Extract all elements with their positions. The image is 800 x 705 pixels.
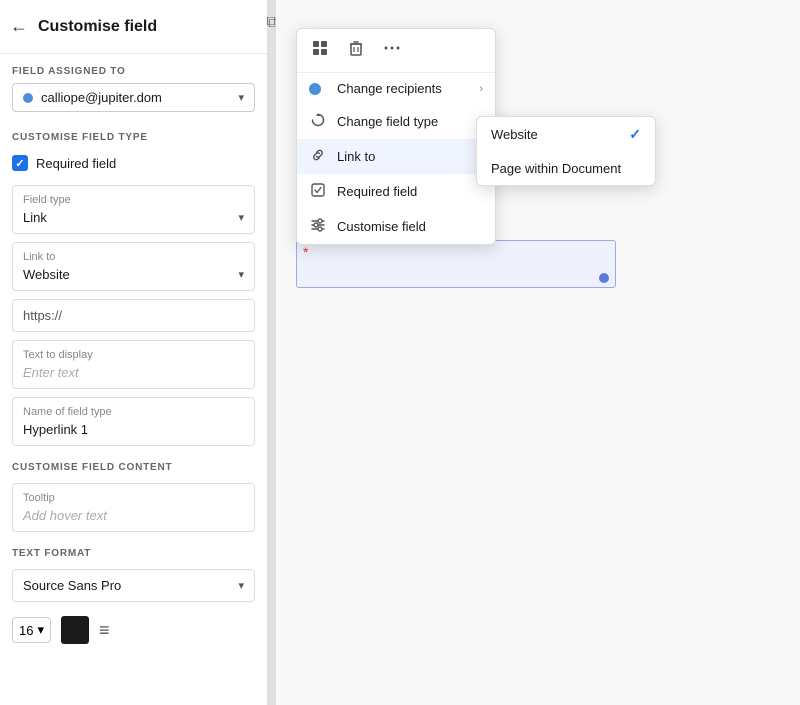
context-menu: Change recipients › Change field type › — [296, 28, 496, 245]
text-to-display-row: Enter text — [23, 365, 244, 380]
dot-icon — [23, 93, 33, 103]
center-divider: ⧉ — [268, 0, 276, 705]
name-of-field-value: Hyperlink 1 — [23, 422, 88, 437]
checkbox-icon — [310, 182, 326, 198]
website-label: Website — [491, 127, 538, 142]
required-field-item[interactable]: Required field — [297, 174, 495, 209]
link-to-label: Link to — [337, 149, 469, 164]
required-field-label: Required field — [337, 184, 483, 199]
link-to-row: Website ▾ — [23, 267, 244, 282]
text-to-display-group: Text to display Enter text — [12, 340, 255, 389]
trash-icon — [347, 39, 365, 57]
panel-header: ← Customise field — [0, 0, 267, 54]
link-to-label: Link to — [23, 251, 244, 263]
customise-icon — [309, 217, 327, 236]
url-value: https:// — [23, 308, 62, 323]
name-of-field-group: Name of field type Hyperlink 1 — [12, 397, 255, 446]
font-size-value: 16 — [19, 623, 33, 638]
grid-icon — [311, 39, 329, 57]
right-area: Change recipients › Change field type › — [276, 0, 800, 705]
assigned-dropdown[interactable]: calliope@jupiter.dom ▾ — [12, 83, 255, 112]
customise-field-item[interactable]: Customise field — [297, 209, 495, 244]
resize-handle[interactable] — [599, 273, 609, 283]
more-icon — [383, 39, 401, 57]
font-dropdown[interactable]: Source Sans Pro ▾ — [12, 569, 255, 602]
submenu: Website ✓ Page within Document — [476, 116, 656, 186]
change-recipients-item[interactable]: Change recipients › — [297, 73, 495, 104]
link-icon — [309, 147, 327, 166]
field-assigned-section: calliope@jupiter.dom ▾ — [0, 83, 267, 120]
asterisk: * — [303, 245, 308, 259]
website-checkmark: ✓ — [629, 126, 641, 143]
recipients-arrow: › — [479, 83, 483, 95]
recycle-icon — [310, 112, 326, 128]
tooltip-row: Add hover text — [23, 508, 244, 523]
field-type-value: Link — [23, 210, 47, 225]
panel-title: Customise field — [38, 18, 157, 36]
change-field-type-item[interactable]: Change field type › — [297, 104, 495, 139]
name-of-field-row: Hyperlink 1 — [23, 422, 244, 437]
required-icon — [309, 182, 327, 201]
text-to-display-placeholder: Enter text — [23, 365, 79, 380]
field-type-group: Field type Link ▾ — [12, 185, 255, 234]
color-swatch[interactable] — [61, 616, 89, 644]
back-button[interactable]: ← — [8, 14, 30, 39]
font-chevron: ▾ — [238, 579, 244, 592]
grid-icon-btn[interactable] — [309, 37, 331, 64]
trash-icon-btn[interactable] — [345, 37, 367, 64]
customise-field-label: Customise field — [337, 219, 483, 234]
link-to-value: Website — [23, 267, 70, 282]
customise-type-label: CUSTOMISE FIELD TYPE — [0, 120, 267, 149]
field-assigned-label: FIELD ASSIGNED TO — [0, 54, 267, 83]
link-to-group: Link to Website ▾ — [12, 242, 255, 291]
font-size-select[interactable]: 16 ▾ — [12, 617, 51, 643]
text-to-display-label: Text to display — [23, 349, 244, 361]
tooltip-group: Tooltip Add hover text — [12, 483, 255, 532]
field-type-label: Field type — [23, 194, 244, 206]
link-field-canvas[interactable]: * — [296, 240, 616, 288]
required-field-row: Required field — [0, 149, 267, 181]
url-field[interactable]: https:// — [12, 299, 255, 332]
name-of-field-label: Name of field type — [23, 406, 244, 418]
font-size-chevron: ▾ — [37, 622, 44, 638]
tooltip-placeholder: Add hover text — [23, 508, 107, 523]
font-value: Source Sans Pro — [23, 578, 121, 593]
menu-top-icons — [297, 29, 495, 73]
recipients-icon — [309, 83, 327, 95]
field-type-row: Link ▾ — [23, 210, 244, 225]
sliders-icon — [310, 217, 326, 233]
change-recipients-label: Change recipients — [337, 81, 469, 96]
change-field-type-label: Change field type — [337, 114, 469, 129]
required-label: Required field — [36, 156, 116, 171]
align-icon[interactable]: ≡ — [99, 620, 110, 641]
footer-row: 16 ▾ ≡ — [0, 606, 267, 654]
customise-content-label: CUSTOMISE FIELD CONTENT — [0, 450, 267, 479]
page-within-doc-label: Page within Document — [491, 161, 621, 176]
assigned-email: calliope@jupiter.dom — [41, 90, 230, 105]
text-format-label: TEXT FORMAT — [0, 536, 267, 565]
font-row: Source Sans Pro ▾ — [23, 578, 244, 593]
link-to-chevron: ▾ — [238, 268, 244, 281]
submenu-page-within-doc[interactable]: Page within Document — [477, 152, 655, 185]
submenu-website[interactable]: Website ✓ — [477, 117, 655, 152]
tooltip-label: Tooltip — [23, 492, 244, 504]
field-type-chevron: ▾ — [238, 211, 244, 224]
required-checkbox[interactable] — [12, 155, 28, 171]
chevron-down-icon: ▾ — [238, 91, 244, 104]
field-type-icon — [309, 112, 327, 131]
left-panel: ← Customise field FIELD ASSIGNED TO call… — [0, 0, 268, 705]
link-chain-icon — [310, 147, 326, 163]
link-to-item[interactable]: Link to › — [297, 139, 495, 174]
more-icon-btn[interactable] — [381, 37, 403, 64]
